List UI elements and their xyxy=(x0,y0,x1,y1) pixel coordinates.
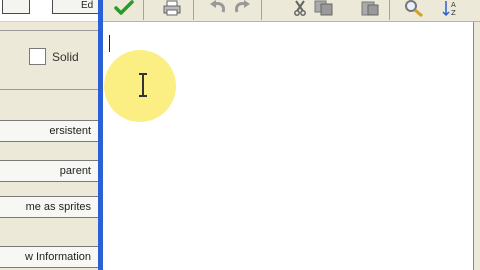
copy-icon xyxy=(314,0,334,21)
text-caret xyxy=(109,35,110,52)
toolbar-separator xyxy=(193,0,194,20)
solid-group-box xyxy=(0,30,99,90)
persistent-button-label: ersistent xyxy=(49,125,91,137)
toolbar-separator xyxy=(143,0,144,20)
partial-top-button[interactable] xyxy=(2,0,30,14)
left-top-strip: Ed xyxy=(0,0,99,22)
show-information-button[interactable]: w Information xyxy=(0,246,99,268)
find-icon xyxy=(403,0,425,22)
ibeam-cursor-icon xyxy=(136,72,150,98)
editor-right-border xyxy=(473,22,480,270)
find-button[interactable] xyxy=(403,0,425,20)
persistent-button[interactable]: ersistent xyxy=(0,120,99,142)
copy-button[interactable] xyxy=(313,0,335,20)
print-button[interactable] xyxy=(161,0,183,20)
sort-icon: AZ xyxy=(442,0,462,22)
check-icon xyxy=(114,0,134,21)
frame-as-sprites-button[interactable]: me as sprites xyxy=(0,196,99,218)
solid-checkbox-label: Solid xyxy=(52,50,79,64)
cut-button[interactable] xyxy=(289,0,311,20)
paste-icon xyxy=(360,0,380,21)
redo-button[interactable] xyxy=(231,0,253,20)
cut-icon xyxy=(293,0,307,21)
svg-text:Z: Z xyxy=(451,9,456,17)
redo-icon xyxy=(233,0,251,21)
editor-toolbar: AZ xyxy=(103,0,480,22)
toolbar-separator xyxy=(261,0,262,20)
parent-button-label: parent xyxy=(59,165,91,177)
sort-button[interactable]: AZ xyxy=(441,0,463,20)
check-button[interactable] xyxy=(113,0,135,20)
edit-button-label: Ed xyxy=(81,0,94,11)
parent-button[interactable]: parent xyxy=(0,160,99,182)
show-information-button-label: w Information xyxy=(24,251,91,263)
solid-checkbox[interactable] xyxy=(29,48,46,65)
svg-text:A: A xyxy=(451,1,456,9)
undo-icon xyxy=(209,0,227,21)
edit-button[interactable]: Ed xyxy=(52,0,99,14)
left-panel: Ed Solid ersistent parent me as sprites … xyxy=(0,0,100,270)
paste-button[interactable] xyxy=(359,0,381,20)
frame-as-sprites-button-label: me as sprites xyxy=(25,201,91,213)
undo-button[interactable] xyxy=(207,0,229,20)
print-icon xyxy=(163,0,181,21)
toolbar-separator xyxy=(389,0,390,20)
